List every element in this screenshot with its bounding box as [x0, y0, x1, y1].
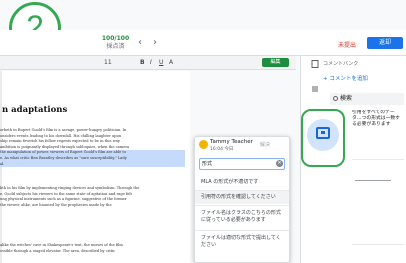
document-icon[interactable] — [311, 60, 319, 68]
divider — [195, 205, 289, 206]
doc-line: ossible through a staged elevator. The a… — [0, 248, 116, 253]
chevron-left-icon[interactable]: ‹ — [134, 37, 146, 49]
classroom-grading-view: 2 100/100 採点済 ‹ › 未提出 返却 11 B I U A 編集 n… — [0, 0, 406, 263]
highlighted-line[interactable]: al. — [0, 161, 185, 168]
document-heading: n adaptations — [2, 105, 68, 115]
divider — [195, 230, 289, 231]
panel-divider — [355, 180, 391, 181]
add-comment-button[interactable]: + コメントを追加 — [323, 74, 368, 82]
unsubmitted-status: 未提出 — [338, 42, 357, 49]
format-toolbar — [0, 56, 296, 70]
list-icon[interactable] — [311, 85, 319, 93]
resolve-button[interactable]: 解決 — [260, 141, 270, 148]
avatar — [199, 140, 208, 149]
comment-bank-icon-detail — [321, 131, 325, 134]
comment-bank-card[interactable] — [352, 195, 404, 245]
document-paragraph: alike the witches' cave in Shakespeare's… — [0, 243, 185, 254]
comment-bank-card[interactable]: 引用をすべてのデータ…つの形式は一致する必要があります — [352, 110, 404, 160]
search-input[interactable]: 検索 — [330, 93, 404, 105]
bold-button[interactable]: B — [140, 57, 145, 69]
chevron-right-icon[interactable]: › — [149, 37, 161, 49]
comment-input[interactable]: 形式 — [199, 158, 285, 170]
panel-title: コメントバンク — [323, 61, 359, 67]
suggestion-item[interactable]: ファイルは適切な形式で提出してください — [195, 232, 289, 252]
card-text: 引用をすべてのデータ…つの形式は一致する必要があります — [352, 110, 400, 127]
document-paragraph: bth in his film by implementing ringing … — [0, 186, 185, 208]
doc-line: the viewer, alike, are haunted by the pr… — [0, 202, 112, 207]
search-icon — [333, 96, 338, 101]
return-button[interactable]: 返却 — [367, 37, 403, 49]
comment-author: Tammy Teacher — [210, 139, 253, 145]
underline-button[interactable]: U — [159, 57, 163, 69]
suggestion-item[interactable]: ファイル名はクラスのこちらの形式に従っている必要があります — [195, 207, 289, 227]
comment-time: 16:04 今日 — [210, 147, 234, 152]
suggestion-item[interactable]: MLA の形式が不適切です — [195, 176, 289, 189]
italic-button[interactable]: I — [150, 57, 152, 69]
text-color-button[interactable]: A — [169, 57, 173, 69]
font-size-selector[interactable]: 11 — [104, 57, 112, 69]
suggestion-item[interactable]: 引用符の形式を確認してください — [195, 191, 289, 204]
edit-mode-button[interactable]: 編集 — [262, 58, 289, 67]
document-paragraph: orbeth in Rupert Goold's film is a savag… — [0, 128, 185, 168]
clear-icon[interactable]: × — [276, 160, 283, 167]
